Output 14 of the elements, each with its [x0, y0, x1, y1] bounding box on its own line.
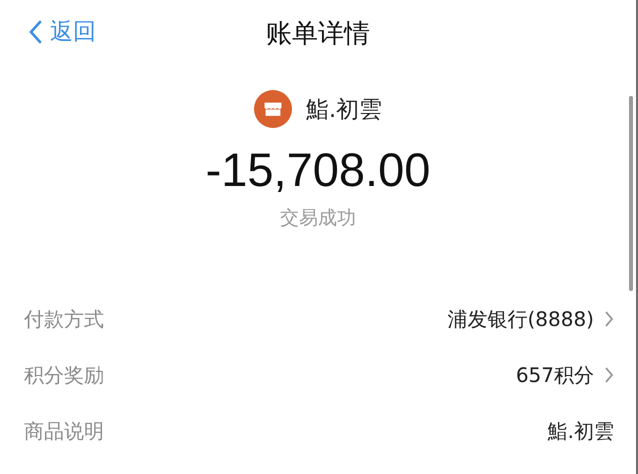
detail-value: 鮨.初雲: [548, 418, 614, 444]
merchant-name: 鮨.初雲: [306, 96, 382, 124]
detail-label: 商品说明: [24, 418, 104, 444]
detail-value[interactable]: 657积分: [516, 362, 594, 388]
page-title: 账单详情: [266, 18, 370, 50]
detail-value[interactable]: 浦发银行(8888): [447, 306, 594, 332]
shop-icon: [254, 90, 292, 128]
back-icon: [28, 20, 42, 44]
chevron-icon[interactable]: [604, 310, 614, 328]
amount: -15,708.00: [204, 142, 432, 197]
detail-label: 付款方式: [24, 306, 104, 332]
chevron-icon[interactable]: [604, 366, 614, 384]
detail-label: 积分奖励: [24, 362, 104, 388]
transaction-status: 交易成功: [279, 206, 357, 231]
